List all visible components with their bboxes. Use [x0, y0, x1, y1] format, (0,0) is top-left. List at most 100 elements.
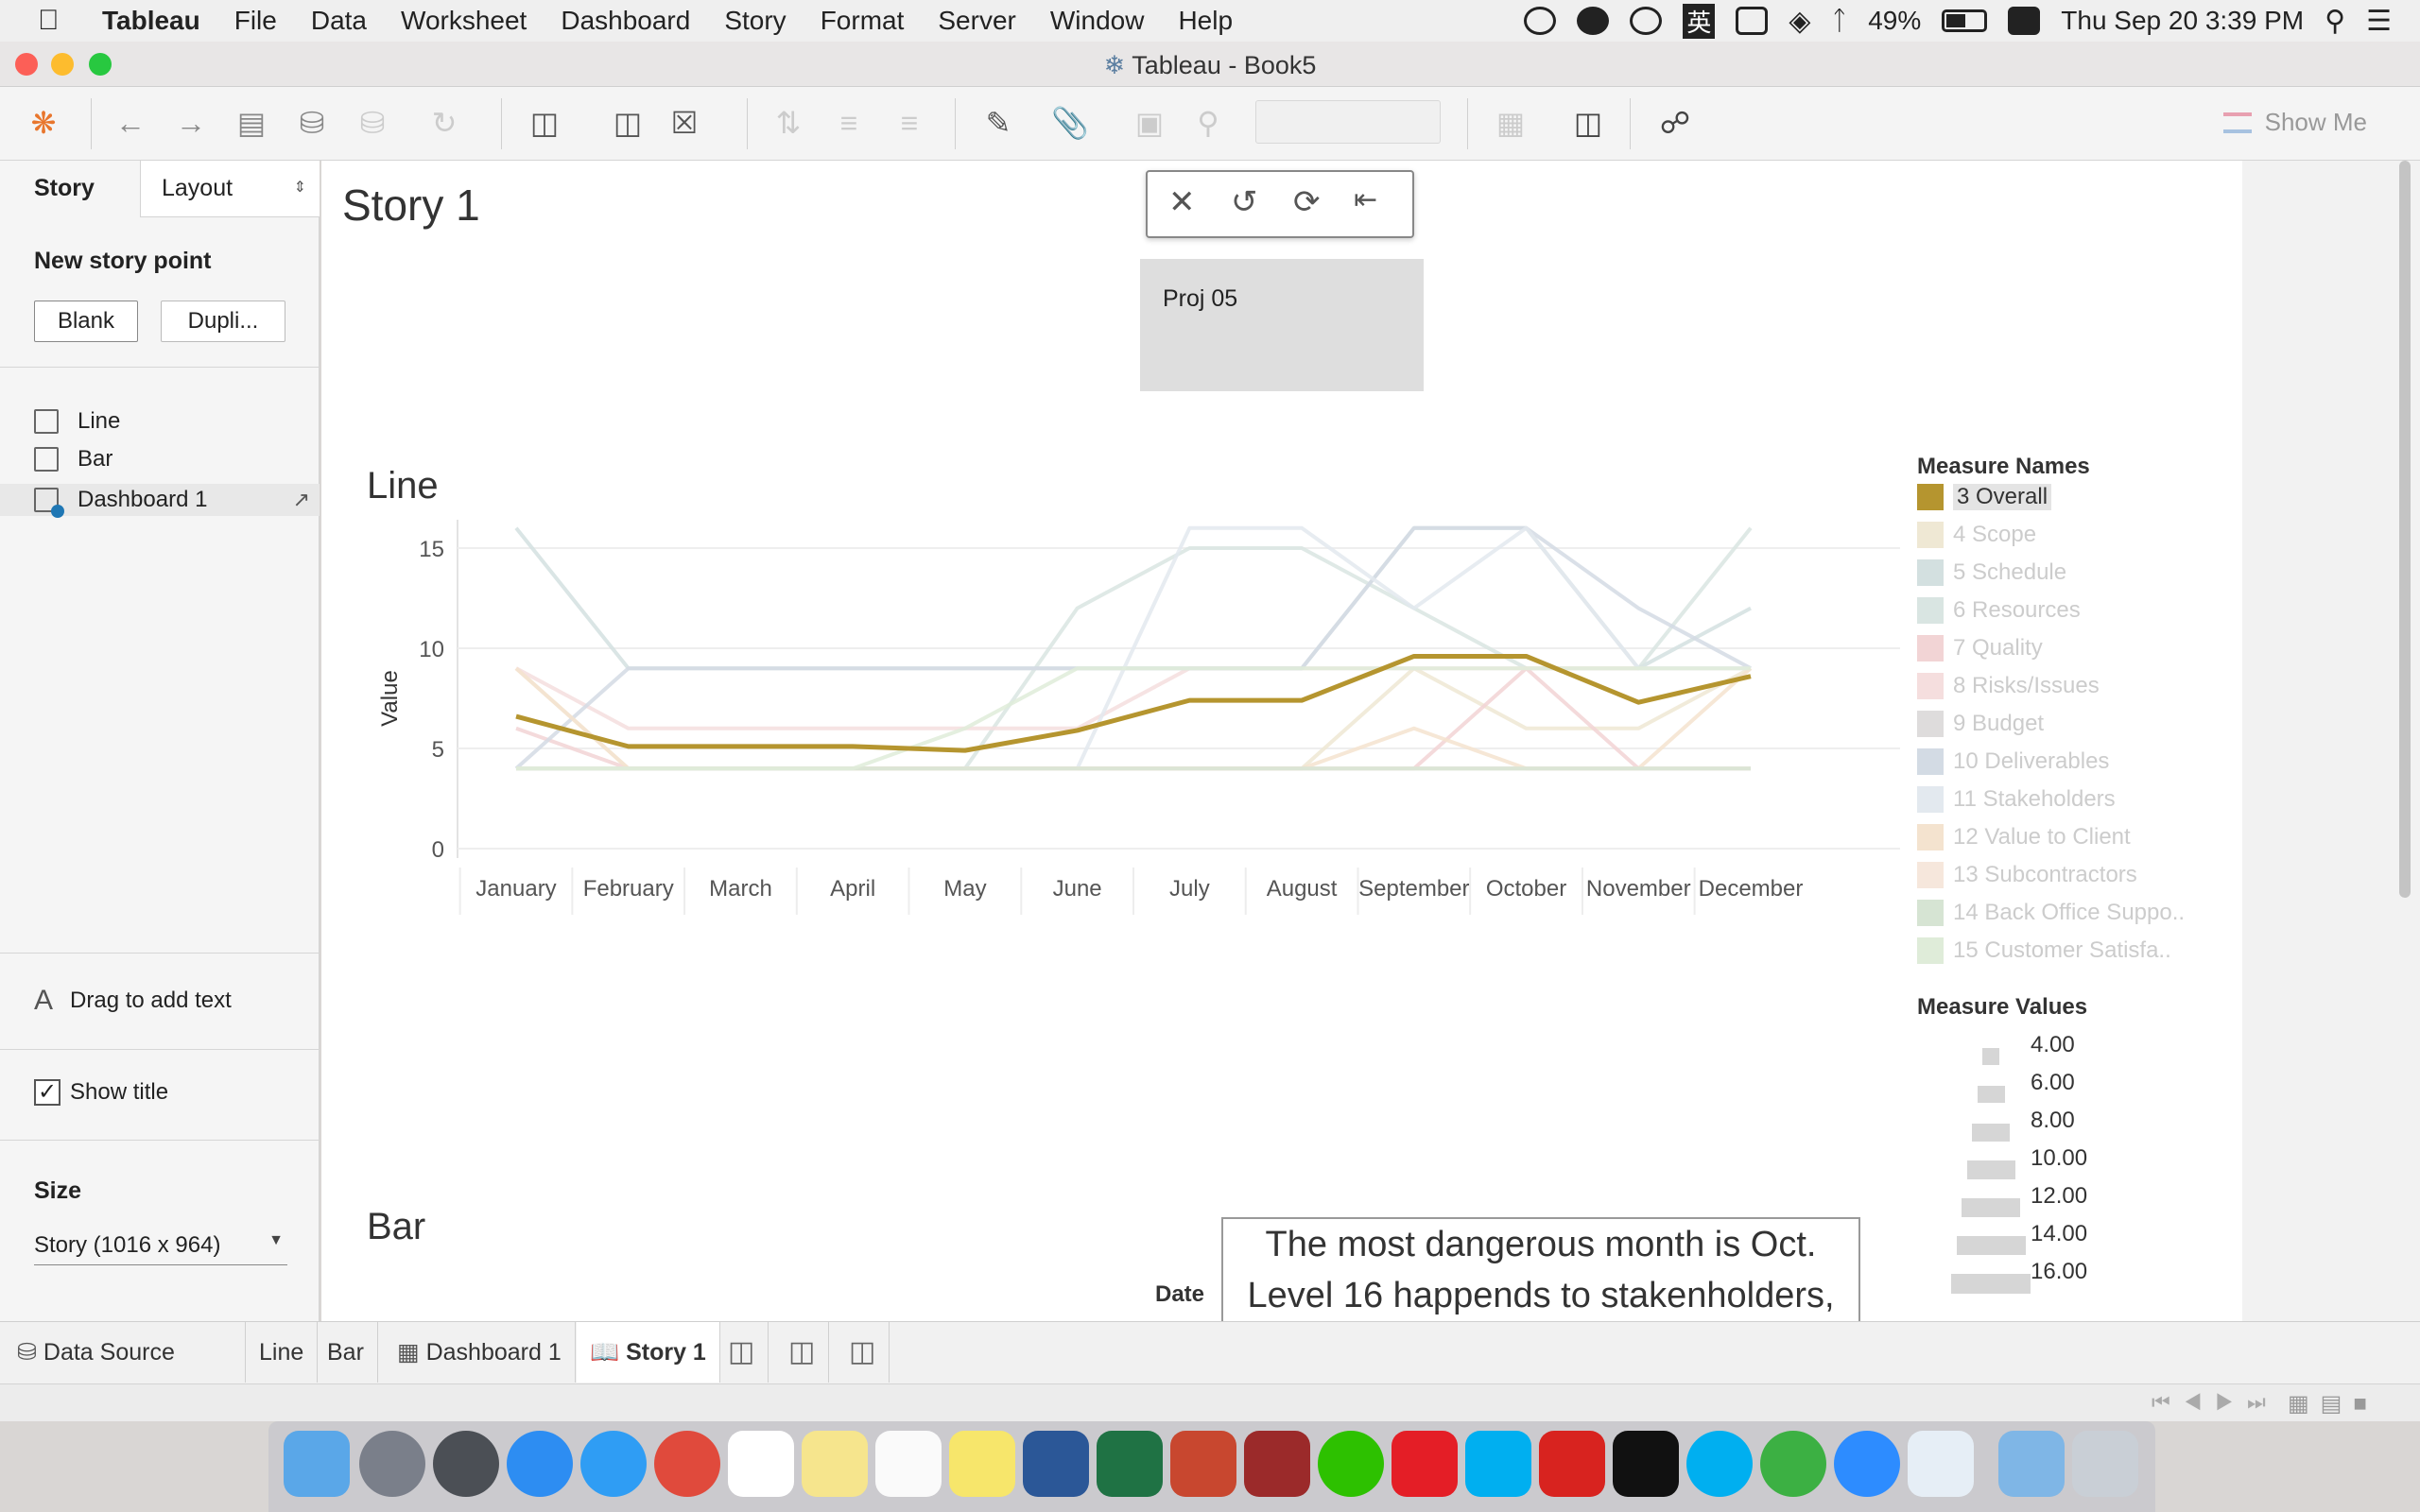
tab-dashboard-1[interactable]: ▦ Dashboard 1 [384, 1322, 576, 1383]
downloads-folder-icon[interactable] [1998, 1431, 2065, 1497]
sheet-item-dashboard-1[interactable]: Dashboard 1 ↗ [0, 484, 320, 518]
fit-dropdown[interactable] [1255, 100, 1441, 144]
menu-dashboard[interactable]: Dashboard [561, 6, 690, 36]
input-method-icon[interactable]: 英 [1683, 3, 1716, 39]
tab-data-source[interactable]: ⛁ Data Source [0, 1322, 246, 1383]
undo-back-icon[interactable]: ← [112, 104, 149, 142]
wifi-icon[interactable]: ◈ [1789, 5, 1810, 38]
reminders-icon[interactable] [875, 1431, 942, 1497]
save-as-new-icon[interactable]: ⇤ [1354, 183, 1377, 216]
app-store-icon[interactable] [507, 1431, 573, 1497]
legend-item[interactable]: 5 Schedule [1917, 559, 2066, 586]
refresh-data-icon[interactable]: ↻ [425, 104, 463, 142]
skype-notify-icon[interactable] [1465, 1431, 1531, 1497]
vertical-scrollbar[interactable] [2397, 161, 2412, 898]
sort-ascending-icon[interactable]: ≡ [830, 104, 868, 142]
swap-rows-columns-icon[interactable]: ⇅ [769, 104, 807, 142]
dictionary-icon[interactable] [1244, 1431, 1310, 1497]
menu-story[interactable]: Story [724, 6, 786, 36]
delete-story-point-icon[interactable]: ✕ [1168, 183, 1196, 221]
legend-item[interactable]: 3 Overall [1917, 484, 2052, 510]
menu-help[interactable]: Help [1178, 6, 1233, 36]
legend-item[interactable]: 4 Scope [1917, 522, 2036, 548]
sheet-item-bar[interactable]: Bar [34, 446, 112, 472]
menu-format[interactable]: Format [821, 6, 905, 36]
series-line[interactable] [514, 666, 1753, 771]
safari-icon[interactable] [580, 1431, 647, 1497]
duplicate-story-point-button[interactable]: Dupli... [161, 301, 285, 342]
highlight-pen-icon[interactable]: ✎ [979, 104, 1017, 142]
battery-icon[interactable] [1942, 9, 1988, 32]
system-preferences-icon[interactable] [433, 1431, 499, 1497]
legend-item[interactable]: 14 Back Office Suppo.. [1917, 900, 2185, 926]
acrobat-icon[interactable] [1539, 1431, 1605, 1497]
notes-icon[interactable] [802, 1431, 868, 1497]
tab-bar[interactable]: Bar [314, 1322, 378, 1383]
tableau-dock-icon[interactable] [1908, 1431, 1974, 1497]
bluetooth-icon[interactable]: ᛏ [1831, 6, 1847, 36]
save-icon[interactable]: ▤ [233, 104, 270, 142]
story-point-caption[interactable]: Proj 05 [1140, 259, 1424, 391]
sheet-item-line[interactable]: Line [34, 408, 120, 435]
excel-icon[interactable] [1097, 1431, 1163, 1497]
view-mode-icons[interactable]: ▦▤■ [2288, 1390, 2378, 1418]
stickies-icon[interactable] [949, 1431, 1015, 1497]
window-switch-icon[interactable] [1736, 7, 1769, 35]
legend-item[interactable]: 6 Resources [1917, 597, 2081, 624]
zoom-icon[interactable] [1834, 1431, 1900, 1497]
legend-item[interactable]: 9 Budget [1917, 711, 2044, 737]
annotation-box[interactable]: The most dangerous month is Oct. Level 1… [1221, 1217, 1860, 1325]
series-line[interactable] [514, 666, 1752, 771]
new-story-tab-icon[interactable]: ◫ [836, 1322, 890, 1383]
update-icon[interactable]: ⟳ [1293, 183, 1321, 221]
sheet-navigation-arrows[interactable]: ⏮◀▶⏭ [2152, 1390, 2279, 1415]
clear-sheet-icon[interactable]: ☒ [666, 104, 703, 142]
menu-server[interactable]: Server [938, 6, 1015, 36]
legend-item[interactable]: 8 Risks/Issues [1917, 673, 2100, 699]
tab-layout[interactable]: Layout ⇕ [140, 161, 320, 217]
show-labels-icon[interactable]: ▣ [1131, 104, 1168, 142]
go-to-sheet-icon[interactable]: ↗ [293, 488, 310, 512]
skype-icon[interactable] [1686, 1431, 1753, 1497]
menu-data[interactable]: Data [311, 6, 367, 36]
story-size-dropdown[interactable]: Story (1016 x 964) ▼ [34, 1232, 287, 1265]
group-members-icon[interactable]: 📎 [1051, 104, 1089, 142]
tab-story[interactable]: Story [0, 161, 140, 217]
series-line[interactable] [515, 666, 1751, 730]
tab-line[interactable]: Line [246, 1322, 319, 1383]
new-dashboard-tab-icon[interactable]: ◫ [775, 1322, 830, 1383]
drag-text-object[interactable]: A Drag to add text [34, 985, 232, 1017]
new-worksheet-icon[interactable]: ◫ [526, 104, 563, 142]
legend-item[interactable]: 12 Value to Client [1917, 824, 2131, 850]
legend-item[interactable]: 7 Quality [1917, 635, 2043, 662]
video-record-icon[interactable] [1577, 7, 1610, 35]
scrollbar-thumb[interactable] [2399, 161, 2411, 898]
menu-app-name[interactable]: Tableau [102, 6, 200, 36]
status-check-icon[interactable] [1524, 7, 1557, 35]
terminal-icon[interactable] [1613, 1431, 1679, 1497]
trash-icon[interactable] [2072, 1431, 2138, 1497]
blank-story-point-button[interactable]: Blank [34, 301, 138, 342]
new-worksheet-tab-icon[interactable]: ◫ [715, 1322, 769, 1383]
revert-icon[interactable]: ↺ [1231, 183, 1258, 221]
tableau-logo-icon[interactable]: ❋ [25, 104, 62, 142]
menu-worksheet[interactable]: Worksheet [401, 6, 527, 36]
duplicate-sheet-icon[interactable]: ◫ [609, 104, 647, 142]
finder-icon[interactable] [284, 1431, 350, 1497]
show-cards-icon[interactable]: ▦ [1492, 104, 1530, 142]
show-me-button[interactable]: Show Me [2222, 108, 2367, 137]
sort-descending-icon[interactable]: ≡ [890, 104, 928, 142]
new-data-source-icon[interactable]: ⛁ [293, 104, 331, 142]
chat-icon[interactable] [1630, 7, 1663, 35]
series-line[interactable] [516, 666, 1751, 771]
battery-percent[interactable]: 49% [1868, 6, 1921, 36]
legend-item[interactable]: 10 Deliverables [1917, 748, 2109, 775]
story-title[interactable]: Story 1 [342, 180, 480, 231]
apple-menu-icon[interactable]:  [38, 5, 72, 37]
sync-app-icon[interactable] [2008, 7, 2041, 35]
presentation-mode-icon[interactable]: ◫ [1569, 104, 1607, 142]
spotlight-search-icon[interactable]: ⚲ [2325, 5, 2345, 38]
powerpoint-icon[interactable] [1170, 1431, 1236, 1497]
series-line[interactable] [515, 666, 1751, 771]
word-icon[interactable] [1023, 1431, 1089, 1497]
